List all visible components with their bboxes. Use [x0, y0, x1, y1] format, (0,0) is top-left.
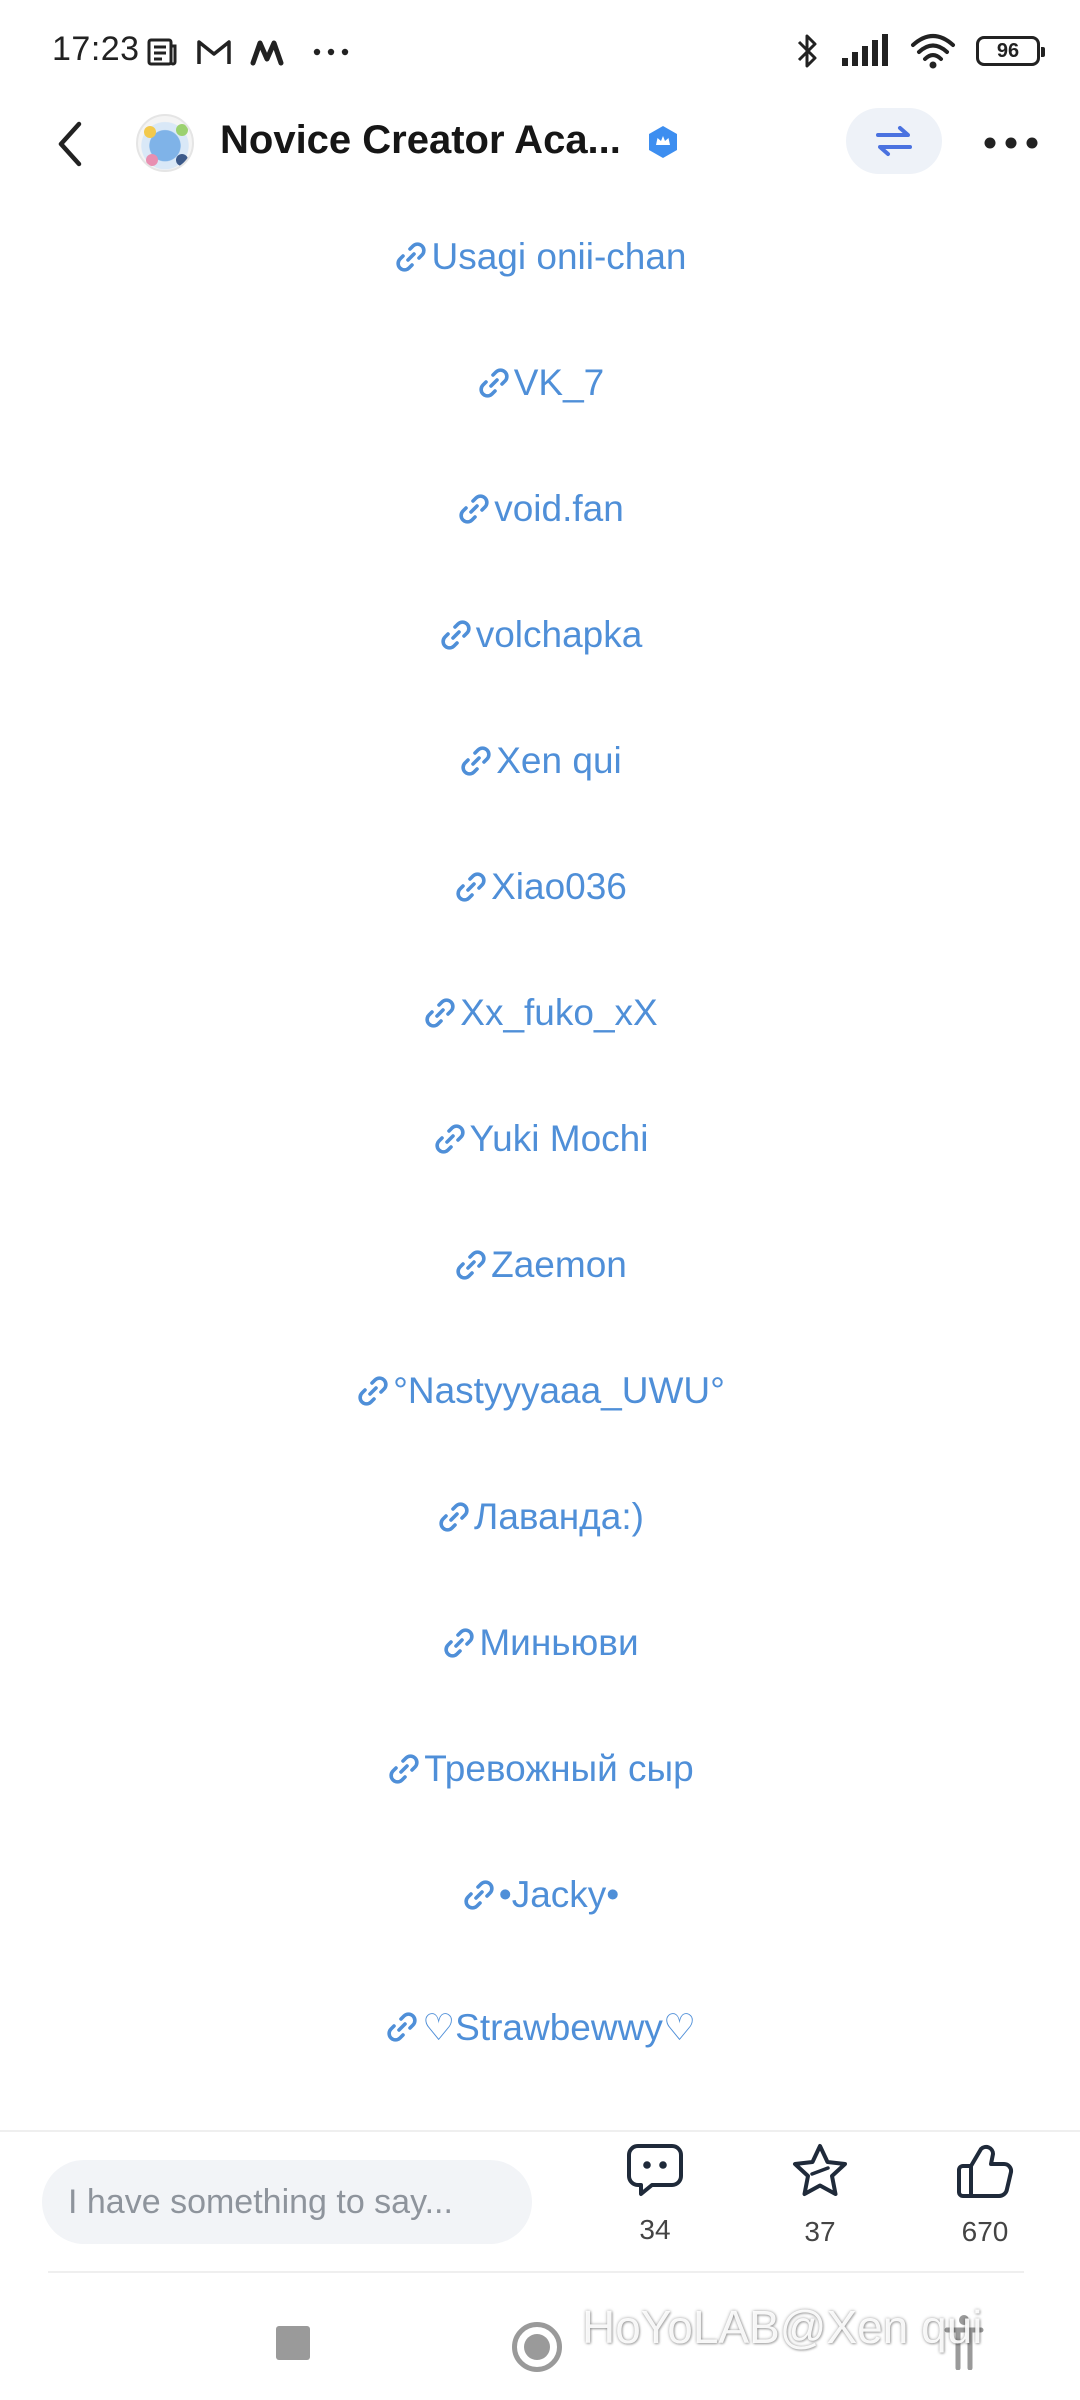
link-icon — [479, 368, 509, 398]
member-link[interactable]: Usagi onii-chan — [0, 227, 1080, 287]
member-link-label: volchapka — [475, 614, 643, 655]
star-icon — [793, 2144, 847, 2196]
member-link[interactable]: void.fan — [0, 479, 1080, 539]
battery-level: 96 — [996, 39, 1020, 62]
member-link[interactable]: volchapka — [0, 605, 1080, 665]
member-link-label: void.fan — [494, 488, 624, 529]
system-nav-bar: HoYoLAB@Xen qui — [0, 2280, 1080, 2400]
like-button[interactable]: 670 — [930, 2142, 1040, 2267]
wifi-icon — [911, 34, 955, 69]
watermark: HoYoLAB@Xen qui — [582, 2301, 983, 2353]
member-link-label: Usagi onii-chan — [431, 236, 687, 277]
link-icon — [439, 1502, 469, 1532]
member-link-label: Xx_fuko_xX — [460, 992, 658, 1033]
group-avatar[interactable] — [136, 114, 194, 172]
member-link-list: Usagi onii-chan VK_7 void.fan volchapka Xen … — [0, 196, 1080, 2126]
more-icon — [984, 137, 1038, 149]
member-link[interactable]: Yuki Mochi — [0, 1109, 1080, 1169]
likes-count: 670 — [961, 2216, 1009, 2247]
favorite-button[interactable]: 37 — [765, 2142, 875, 2267]
link-icon — [425, 998, 455, 1028]
comment-icon — [627, 2144, 683, 2196]
member-link[interactable]: Xiao036 — [0, 857, 1080, 917]
comment-input[interactable] — [42, 2160, 532, 2244]
recents-button[interactable] — [276, 2326, 310, 2360]
member-link[interactable]: ♡Strawbewwy♡ — [0, 1997, 1080, 2057]
link-icon — [387, 2012, 417, 2042]
divider — [48, 2271, 1024, 2273]
m-app-icon — [250, 40, 284, 66]
link-icon — [396, 242, 427, 272]
link-icon — [444, 1628, 474, 1658]
link-icon — [461, 746, 491, 776]
member-link[interactable]: •Jacky• — [0, 1865, 1080, 1925]
switch-view-button[interactable] — [846, 108, 942, 174]
member-link-label: °Nastyyyaaa_UWU° — [393, 1370, 725, 1411]
switch-arrows-icon — [876, 126, 912, 156]
member-link-label: Xen qui — [496, 740, 622, 781]
gmail-icon — [197, 40, 231, 64]
link-icon — [434, 1124, 465, 1154]
member-link-label: Тревожный сыр — [424, 1748, 694, 1789]
home-button[interactable] — [512, 2322, 562, 2372]
bluetooth-icon — [797, 34, 817, 68]
more-dots-icon — [313, 48, 349, 56]
member-link-label: ♡Strawbewwy♡ — [421, 2006, 696, 2048]
member-link[interactable]: Миньюви — [0, 1613, 1080, 1673]
member-link[interactable]: VK_7 — [0, 353, 1080, 413]
link-icon — [459, 494, 489, 524]
status-time: 17:23 — [52, 30, 140, 68]
accessibility-icon[interactable] — [944, 2314, 984, 2370]
member-link[interactable]: °Nastyyyaaa_UWU° — [0, 1361, 1080, 1421]
member-link[interactable]: Лаванда:) — [0, 1487, 1080, 1547]
status-notification-icons — [146, 32, 350, 72]
comments-count: 34 — [639, 2214, 671, 2245]
page-title[interactable]: Novice Creator Aca... — [220, 118, 620, 163]
status-bar: 17:23 96 — [0, 0, 1080, 100]
member-link-label: Xiao036 — [491, 866, 627, 907]
signal-icon — [842, 34, 888, 66]
link-icon — [456, 1250, 486, 1280]
member-link-label: •Jacky• — [498, 1874, 620, 1915]
battery-icon: 96 — [976, 36, 1045, 66]
status-system-icons: 96 — [794, 28, 1045, 74]
member-link[interactable]: Тревожный сыр — [0, 1739, 1080, 1799]
link-icon — [441, 620, 471, 650]
link-icon — [464, 1880, 494, 1910]
header: Novice Creator Aca... — [0, 100, 1080, 190]
news-icon — [147, 38, 177, 66]
member-link[interactable]: Zaemon — [0, 1235, 1080, 1295]
member-link-label: Лаванда:) — [474, 1496, 644, 1537]
thumbs-up-icon — [957, 2144, 1014, 2199]
link-icon — [389, 1754, 419, 1784]
member-link-label: Zaemon — [491, 1244, 627, 1285]
member-link-label: Миньюви — [479, 1622, 639, 1663]
member-link-label: Yuki Mochi — [469, 1118, 649, 1159]
comments-button[interactable]: 34 — [600, 2142, 710, 2267]
bottom-action-bar: 34 37 670 — [0, 2130, 1080, 2270]
member-link-label: VK_7 — [513, 362, 605, 403]
back-arrow-icon — [58, 121, 82, 167]
favorites-count: 37 — [804, 2216, 836, 2247]
more-options-button[interactable] — [976, 120, 1046, 166]
member-link[interactable]: Xx_fuko_xX — [0, 983, 1080, 1043]
link-icon — [456, 872, 486, 902]
link-icon — [358, 1376, 388, 1406]
verified-badge-icon — [649, 126, 677, 158]
back-button[interactable] — [44, 116, 94, 172]
member-link[interactable]: Xen qui — [0, 731, 1080, 791]
